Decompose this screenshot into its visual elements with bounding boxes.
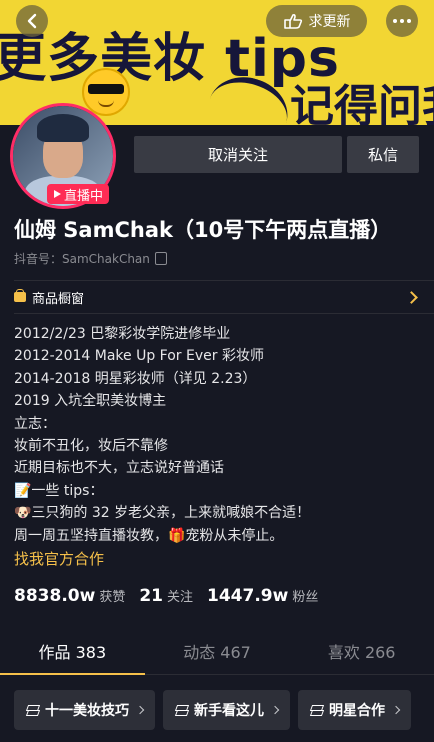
layers-icon (174, 704, 190, 716)
unfollow-button[interactable]: 取消关注 (134, 136, 342, 173)
douyin-id-row[interactable]: 抖音号：SamChakChan (14, 250, 167, 267)
collection-chip-label: 明星合作 (329, 703, 385, 719)
followers-stat[interactable]: 1447.9w 粉丝 (207, 586, 318, 606)
stats-row: 8838.0w 获赞 21 关注 1447.9w 粉丝 (14, 586, 318, 606)
douyin-id-text: 抖音号：SamChakChan (14, 252, 150, 266)
shop-window-label: 商品橱窗 (32, 291, 85, 307)
bio-line: 妆前不丑化，妆后不靠修 (14, 438, 168, 455)
bio-line: 🐶三只狗的 32 岁老父亲，上来就喊娘不合适！ (14, 505, 311, 522)
divider (14, 313, 434, 314)
layers-icon (25, 704, 41, 716)
layers-icon (309, 704, 325, 716)
bio-line: 📝一些 tips： (14, 482, 104, 499)
bio-line: 2012-2014 Make Up For Ever 彩妆师 (14, 348, 264, 365)
collection-chip-label: 十一美妆技巧 (45, 703, 129, 719)
chevron-right-icon (135, 705, 145, 715)
live-badge-label: 直播中 (63, 188, 103, 204)
likes-value: 8838.0w (14, 586, 96, 606)
following-stat[interactable]: 21 关注 (139, 586, 193, 606)
request-update-button[interactable]: 求更新 (266, 5, 367, 37)
collection-chip[interactable]: 新手看这儿 (163, 690, 290, 730)
profile-name: 仙姆 SamChak（10号下午两点直播） (14, 218, 392, 242)
bio-line: 2014-2018 明星彩妆师（详见 2.23） (14, 370, 257, 387)
tab-moments[interactable]: 动态 467 (145, 628, 290, 674)
tab-works[interactable]: 作品 383 (0, 628, 145, 675)
chevron-right-icon (270, 705, 280, 715)
followers-label: 粉丝 (292, 590, 319, 605)
hand-pointing-icon (283, 13, 302, 29)
collection-chip-label: 新手看这儿 (194, 703, 264, 719)
content-tabs: 作品 383 动态 467 喜欢 266 (0, 628, 434, 675)
collection-chip[interactable]: 十一美妆技巧 (14, 690, 155, 730)
likes-label: 获赞 (99, 590, 126, 605)
chevron-left-icon (27, 13, 37, 29)
banner-text-line2: 记得问我 (290, 81, 434, 125)
back-button[interactable] (16, 5, 48, 37)
bio-line: 2019 入坑全职美妆博主 (14, 393, 167, 410)
followers-value: 1447.9w (207, 586, 289, 606)
bio-line: 近期目标也不大，立志说好普通话 (14, 460, 224, 477)
bio-line: 立志： (14, 415, 56, 432)
chevron-right-icon (391, 705, 401, 715)
collection-chips: 十一美妆技巧 新手看这儿 明星合作 (14, 690, 411, 730)
chevron-right-icon (405, 290, 418, 304)
official-cooperation-link[interactable]: 找我官方合作 (14, 548, 104, 569)
more-button[interactable] (386, 5, 418, 37)
live-badge[interactable]: 直播中 (47, 184, 109, 204)
bio-line: 2012/2/23 巴黎彩妆学院进修毕业 (14, 326, 231, 342)
shop-window-row[interactable]: 商品橱窗 (14, 282, 420, 312)
more-dots-icon (393, 19, 411, 23)
copy-icon[interactable] (154, 252, 167, 265)
bio: 2012/2/23 巴黎彩妆学院进修毕业 2012-2014 Make Up F… (14, 323, 424, 547)
tab-likes[interactable]: 喜欢 266 (289, 628, 434, 674)
collection-chip[interactable]: 明星合作 (298, 690, 411, 730)
message-button[interactable]: 私信 (347, 136, 419, 173)
divider (14, 280, 434, 281)
request-update-label: 求更新 (308, 14, 351, 30)
bio-line: 周一周五坚持直播妆教，🎁宠粉从未停止。 (14, 527, 284, 544)
likes-stat[interactable]: 8838.0w 获赞 (14, 586, 125, 606)
following-label: 关注 (167, 590, 194, 605)
following-value: 21 (139, 586, 163, 606)
shop-bag-icon (14, 289, 26, 302)
play-icon (53, 190, 61, 198)
